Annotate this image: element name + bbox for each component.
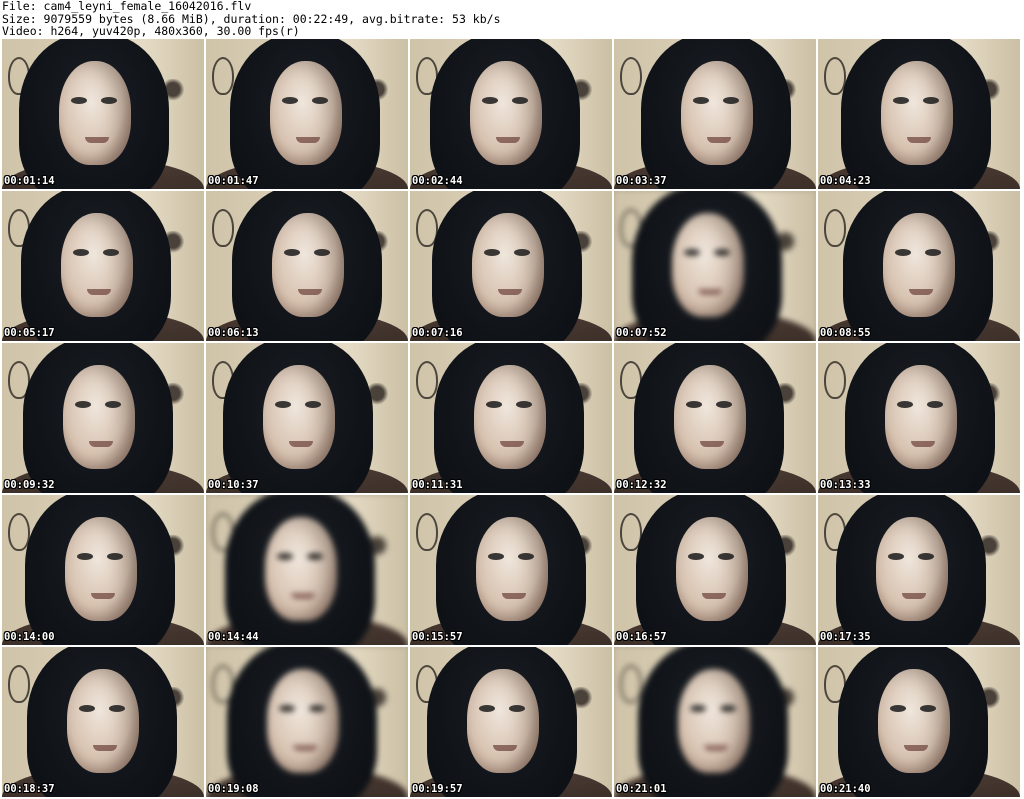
file-info-header: File: cam4_leyni_female_16042016.flv Siz… [2,0,1022,38]
video-frame-thumbnail: 00:12:32 [614,343,816,493]
frame-timestamp: 00:12:32 [616,479,667,491]
video-frame-thumbnail: 00:21:40 [818,647,1020,797]
video-frame-thumbnail: 00:19:08 [206,647,408,797]
frame-image [410,647,612,797]
video-info-line: Video: h264, yuv420p, 480x360, 30.00 fps… [2,24,300,38]
video-frame-thumbnail: 00:02:44 [410,39,612,189]
video-frame-thumbnail: 00:13:33 [818,343,1020,493]
frame-image [2,39,204,189]
frame-image [614,39,816,189]
frame-image [206,495,408,645]
video-frame-thumbnail: 00:10:37 [206,343,408,493]
frame-image [818,191,1020,341]
video-frame-thumbnail: 00:14:00 [2,495,204,645]
frame-image [818,343,1020,493]
thumbnail-grid: 00:01:14 00:01:47 00:02:44 00:03:37 00:04:23… [2,39,1024,797]
frame-image [2,191,204,341]
frame-timestamp: 00:21:01 [616,783,667,795]
frame-image [818,647,1020,797]
frame-timestamp: 00:14:44 [208,631,259,643]
video-frame-thumbnail: 00:11:31 [410,343,612,493]
video-frame-thumbnail: 00:06:13 [206,191,408,341]
video-frame-thumbnail: 00:18:37 [2,647,204,797]
frame-timestamp: 00:07:52 [616,327,667,339]
frame-image [818,39,1020,189]
video-frame-thumbnail: 00:01:14 [2,39,204,189]
frame-image [614,495,816,645]
frame-timestamp: 00:21:40 [820,783,871,795]
frame-image [818,495,1020,645]
video-frame-thumbnail: 00:17:35 [818,495,1020,645]
video-frame-thumbnail: 00:16:57 [614,495,816,645]
frame-image [614,343,816,493]
video-frame-thumbnail: 00:14:44 [206,495,408,645]
frame-timestamp: 00:16:57 [616,631,667,643]
video-frame-thumbnail: 00:04:23 [818,39,1020,189]
video-frame-thumbnail: 00:05:17 [2,191,204,341]
frame-timestamp: 00:03:37 [616,175,667,187]
frame-image [614,191,816,341]
frame-image [206,191,408,341]
frame-timestamp: 00:07:16 [412,327,463,339]
video-frame-thumbnail: 00:08:55 [818,191,1020,341]
frame-timestamp: 00:15:57 [412,631,463,643]
frame-timestamp: 00:08:55 [820,327,871,339]
video-frame-thumbnail: 00:03:37 [614,39,816,189]
video-frame-thumbnail: 00:15:57 [410,495,612,645]
frame-timestamp: 00:01:14 [4,175,55,187]
frame-image [2,647,204,797]
frame-image [2,495,204,645]
frame-image [206,647,408,797]
frame-timestamp: 00:01:47 [208,175,259,187]
frame-image [614,647,816,797]
video-frame-thumbnail: 00:07:16 [410,191,612,341]
frame-timestamp: 00:09:32 [4,479,55,491]
video-frame-thumbnail: 00:01:47 [206,39,408,189]
frame-timestamp: 00:13:33 [820,479,871,491]
file-name-line: File: cam4_leyni_female_16042016.flv [2,0,252,13]
frame-image [206,343,408,493]
video-frame-thumbnail: 00:09:32 [2,343,204,493]
frame-timestamp: 00:10:37 [208,479,259,491]
frame-timestamp: 00:06:13 [208,327,259,339]
frame-timestamp: 00:19:08 [208,783,259,795]
frame-image [206,39,408,189]
video-frame-thumbnail: 00:07:52 [614,191,816,341]
frame-timestamp: 00:14:00 [4,631,55,643]
frame-timestamp: 00:19:57 [412,783,463,795]
frame-timestamp: 00:17:35 [820,631,871,643]
frame-image [410,495,612,645]
frame-timestamp: 00:11:31 [412,479,463,491]
frame-image [410,343,612,493]
video-frame-thumbnail: 00:19:57 [410,647,612,797]
frame-image [410,191,612,341]
frame-timestamp: 00:04:23 [820,175,871,187]
frame-timestamp: 00:18:37 [4,783,55,795]
frame-timestamp: 00:05:17 [4,327,55,339]
frame-timestamp: 00:02:44 [412,175,463,187]
frame-image [410,39,612,189]
frame-image [2,343,204,493]
video-frame-thumbnail: 00:21:01 [614,647,816,797]
